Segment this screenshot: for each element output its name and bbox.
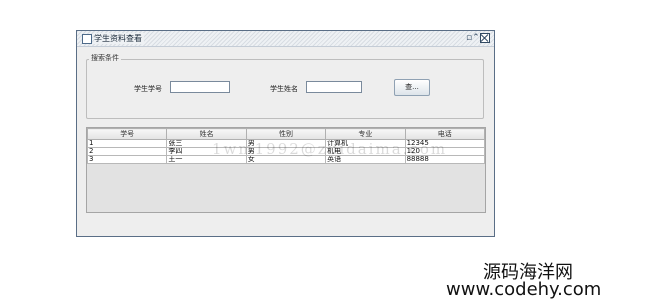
watermark-text: 1wm1992@zuidaima.com: [212, 140, 448, 158]
column-header-major[interactable]: 专业: [325, 128, 406, 140]
title-bar[interactable]: 学生资料查看 ▫⌃: [77, 31, 494, 47]
table-header-row: 学号 姓名 性别 专业 电话: [86, 128, 486, 140]
cell-id[interactable]: 2: [86, 147, 168, 156]
query-button[interactable]: 查...: [394, 79, 430, 96]
column-header-phone[interactable]: 电话: [404, 128, 486, 140]
column-header-name[interactable]: 姓名: [166, 128, 247, 140]
window-title: 学生资料查看: [94, 33, 144, 44]
restore-icon[interactable]: ▫⌃: [466, 33, 480, 43]
student-name-label: 学生姓名: [270, 85, 298, 93]
cell-id[interactable]: 3: [86, 155, 168, 164]
column-header-gender[interactable]: 性别: [245, 128, 327, 140]
column-header-id[interactable]: 学号: [86, 128, 168, 140]
search-group-title: 搜索条件: [89, 53, 121, 63]
student-name-input[interactable]: [306, 81, 362, 93]
student-info-window: 学生资料查看 ▫⌃ 搜索条件 学生学号 学生姓名 查... 学号 姓名 性别 专…: [76, 30, 495, 237]
site-brand-url: www.codehy.com: [446, 279, 602, 300]
cell-id[interactable]: 1: [86, 139, 168, 148]
close-icon[interactable]: [480, 33, 490, 43]
student-id-input[interactable]: [170, 81, 230, 93]
window-icon: [82, 34, 92, 44]
student-id-label: 学生学号: [134, 85, 162, 93]
